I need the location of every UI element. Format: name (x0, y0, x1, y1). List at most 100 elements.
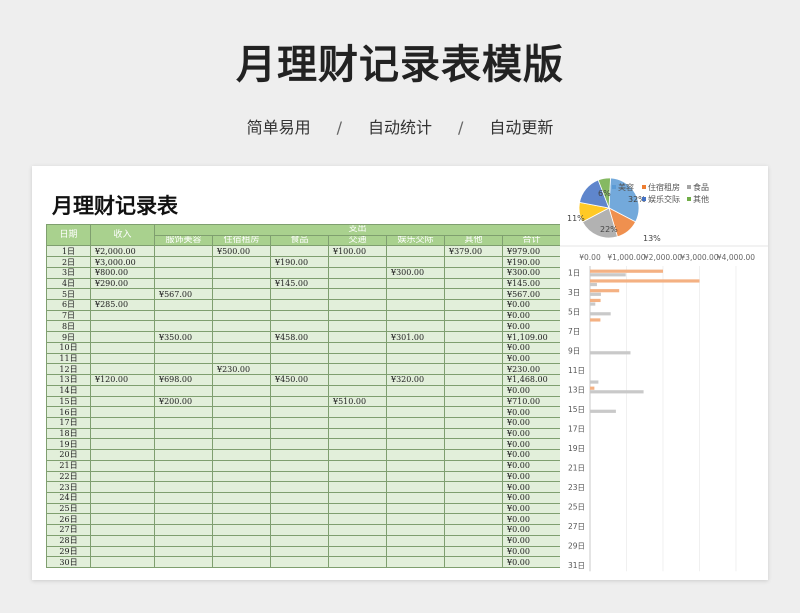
y-tick-label: 3日 (568, 288, 580, 297)
pie-data-label: 13% (643, 234, 661, 243)
x-tick-label: ¥2,000.00 (644, 253, 682, 262)
cell-expense (154, 341, 213, 354)
cell-expense (386, 299, 445, 311)
table-row: 23日 ¥0.00 (46, 481, 561, 493)
cell-expense (154, 384, 213, 397)
cell-expense (386, 481, 445, 493)
cell-date: 25日 (46, 502, 91, 515)
cell-expense (328, 534, 387, 547)
cell-total: ¥567.00 (502, 288, 561, 301)
cell-expense (444, 277, 503, 290)
header-income: 收入 (90, 223, 155, 247)
cell-expense (212, 459, 271, 472)
cell-expense (386, 491, 445, 504)
cell-expense (270, 491, 329, 504)
cell-income (90, 395, 155, 408)
cell-expense (386, 384, 445, 397)
cell-expense (270, 545, 329, 558)
table-row: 9日 ¥350.00 ¥458.00 ¥301.00 ¥1,109.00 (46, 331, 561, 343)
cell-income (90, 438, 155, 451)
y-tick-label: 15日 (568, 405, 585, 414)
cell-expense (386, 416, 445, 429)
bar (590, 380, 599, 384)
cell-expense (444, 352, 503, 365)
feature-tags: 简单易用 / 自动统计 / 自动更新 (0, 114, 800, 138)
cell-expense (328, 363, 387, 376)
cell-expense: ¥301.00 (386, 331, 445, 343)
bar (590, 312, 611, 316)
cell-date: 7日 (46, 309, 91, 322)
cell-income (90, 309, 155, 322)
table-row: 16日 ¥0.00 (46, 406, 561, 418)
cell-expense (270, 481, 329, 493)
cell-income: ¥3,000.00 (90, 256, 155, 268)
cell-expense (212, 524, 271, 536)
legend-label: 娱乐交际 (648, 194, 680, 204)
x-tick-label: ¥1,000.00 (607, 253, 645, 262)
cell-date: 11日 (46, 352, 91, 365)
cell-expense (270, 384, 329, 397)
cell-total: ¥0.00 (502, 352, 561, 365)
bar (590, 318, 601, 322)
cell-expense: ¥698.00 (154, 374, 213, 386)
cell-expense (328, 449, 387, 461)
cell-total: ¥0.00 (502, 384, 561, 397)
cell-expense (154, 459, 213, 472)
legend-swatch (687, 197, 691, 201)
cell-income (90, 502, 155, 515)
table-row: 14日 ¥0.00 (46, 384, 561, 397)
legend-swatch (612, 185, 616, 189)
cell-expense (444, 331, 503, 343)
cell-expense (154, 470, 213, 483)
cell-expense (212, 288, 271, 301)
cell-expense (386, 502, 445, 515)
feature-tag: 自动统计 (367, 118, 432, 137)
cell-expense (270, 299, 329, 311)
cell-expense: ¥379.00 (444, 245, 503, 258)
cell-income: ¥800.00 (90, 266, 155, 279)
legend-swatch (642, 197, 646, 201)
cell-expense (212, 256, 271, 268)
cell-income: ¥285.00 (90, 299, 155, 311)
bar (590, 386, 595, 390)
bar (590, 273, 626, 277)
table-row: 15日 ¥200.00 ¥510.00 ¥710.00 (46, 395, 561, 408)
table-row: 17日 ¥0.00 (46, 416, 561, 429)
feature-tag: 自动更新 (489, 118, 554, 137)
cell-expense (212, 395, 271, 408)
cell-date: 30日 (46, 556, 91, 568)
cell-date: 26日 (46, 513, 91, 526)
cell-expense (212, 438, 271, 451)
cell-expense (212, 299, 271, 311)
cell-expense (154, 513, 213, 526)
cell-expense (270, 245, 329, 258)
cell-expense (154, 502, 213, 515)
cell-expense (154, 277, 213, 290)
cell-total: ¥0.00 (502, 341, 561, 354)
cell-income (90, 341, 155, 354)
x-tick-label: ¥4,000.00 (717, 253, 755, 262)
cell-expense (212, 309, 271, 322)
y-tick-label: 31日 (568, 561, 585, 570)
cell-expense (270, 395, 329, 408)
legend-swatch (687, 185, 691, 189)
cell-date: 1日 (46, 245, 91, 258)
cell-expense (270, 266, 329, 279)
table-row: 19日 ¥0.00 (46, 438, 561, 451)
cell-income (90, 363, 155, 376)
cell-expense (212, 470, 271, 483)
cell-expense (386, 449, 445, 461)
cell-total: ¥0.00 (502, 406, 561, 418)
header-expense: 服饰美容 (154, 234, 213, 247)
cell-expense (386, 288, 445, 301)
cell-expense (328, 309, 387, 322)
cell-expense (154, 545, 213, 558)
cell-expense (212, 491, 271, 504)
cell-expense (444, 524, 503, 536)
cell-total: ¥190.00 (502, 256, 561, 268)
cell-expense (328, 374, 387, 386)
cell-expense (212, 545, 271, 558)
cell-expense (386, 427, 445, 440)
y-tick-label: 13日 (568, 386, 585, 395)
ledger-table: 日期 收入 支出 服饰美容 住宿租房 食品 交通 娱乐交际 其他 合计 1日 ¥2… (46, 223, 561, 568)
